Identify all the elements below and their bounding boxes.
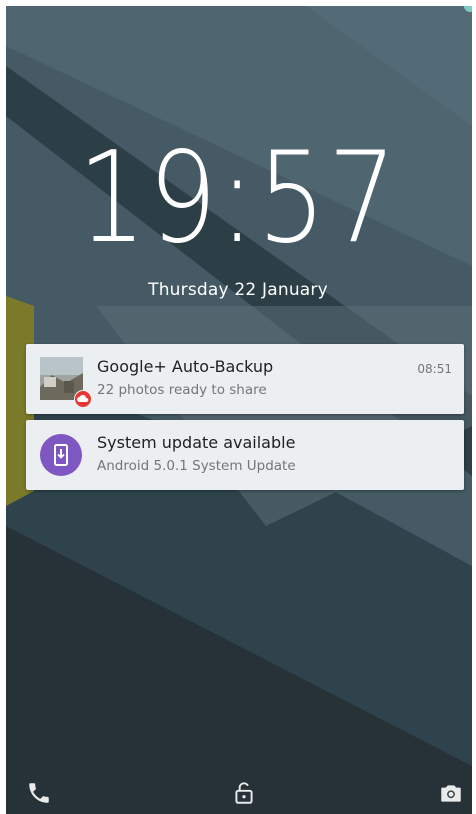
notification-text: 22 photos ready to share [97,382,267,398]
cloud-upload-badge-icon [74,390,92,408]
system-update-icon [40,434,82,476]
notification-system-update[interactable]: System update available Android 5.0.1 Sy… [26,420,464,490]
phone-icon[interactable] [26,780,52,806]
date-label: Thursday 22 January [148,280,328,300]
notification-auto-backup[interactable]: Google+ Auto-Backup 22 photos ready to s… [26,344,464,414]
notification-time: 08:51 [417,362,452,376]
camera-icon[interactable] [438,780,464,806]
notification-title: Google+ Auto-Backup [97,357,274,376]
unlock-icon[interactable] [231,780,257,806]
notification-title: System update available [97,433,296,452]
clock: 19:57 [77,124,399,271]
notification-text: Android 5.0.1 System Update [97,458,296,474]
